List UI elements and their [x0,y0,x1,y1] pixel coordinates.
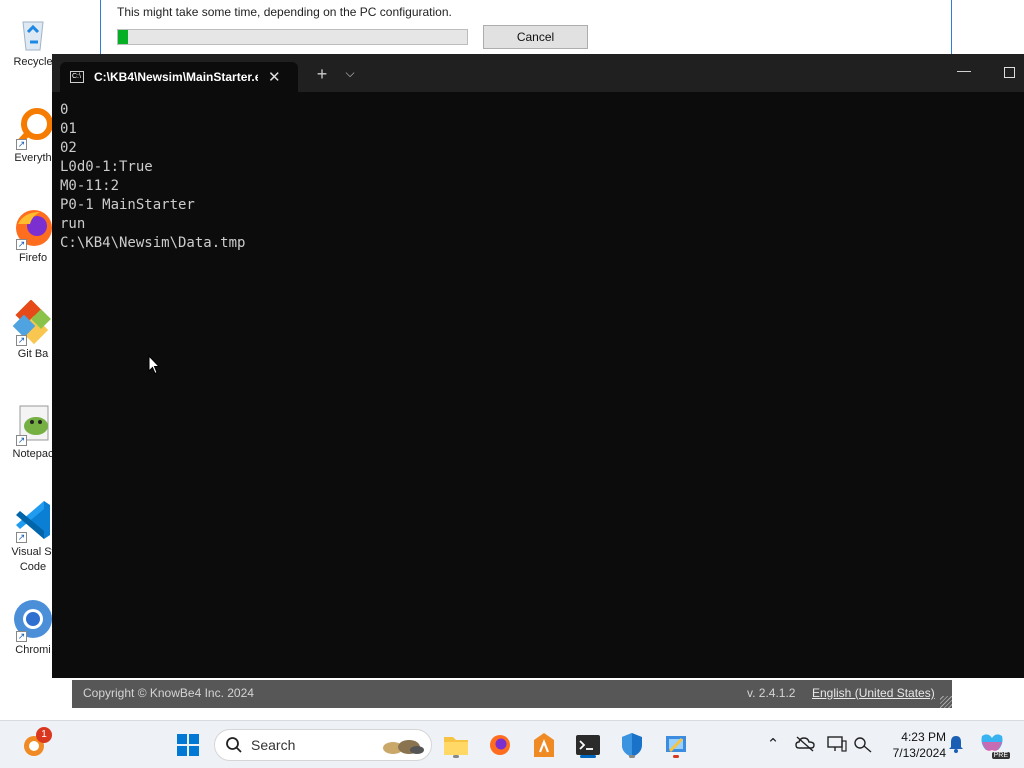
taskbar-search-box[interactable]: Search [214,729,432,761]
shortcut-arrow-icon: ↗ [16,139,27,150]
version-text: v. 2.4.1.2 [747,686,796,700]
shortcut-arrow-icon: ↗ [16,631,27,642]
terminal-icon [576,735,600,755]
installer-message: This might take some time, depending on … [117,5,452,19]
running-indicator [673,755,679,758]
everything-search-icon: ↗ [10,104,56,150]
copyright-text: Copyright © KnowBe4 Inc. 2024 [83,686,254,700]
shortcut-arrow-icon: ↗ [16,532,27,543]
chevron-up-icon[interactable]: ⌃ [763,735,783,755]
notification-badge: 1 [36,727,52,743]
shortcut-arrow-icon: ↗ [16,239,27,250]
running-indicator [629,755,635,758]
recycle-bin-icon [10,8,56,54]
copilot-button[interactable]: PRE [976,729,1010,761]
chromium-icon: ↗ [10,596,56,642]
language-link[interactable]: English (United States) [812,686,935,700]
clock-time: 4:23 PM [901,730,946,744]
installer-footer: Copyright © KnowBe4 Inc. 2024 v. 2.4.1.2… [72,680,952,708]
running-indicator [453,755,459,758]
notepad-plus-icon: ↗ [10,400,56,446]
tab-close-icon[interactable]: ✕ [268,68,281,86]
terminal-titlebar[interactable]: C:\ C:\KB4\Newsim\MainStarter.e ✕ + ⌵ — [52,54,1024,92]
resize-grip[interactable] [940,696,952,708]
folder-icon [444,737,468,755]
running-indicator-active [580,755,596,758]
notification-app-button[interactable]: 1 [18,727,52,761]
taskbar-installer-app[interactable] [660,729,692,761]
taskbar-defender[interactable] [616,729,648,761]
maximize-button[interactable] [1004,67,1015,78]
firefox-icon: ↗ [10,204,56,250]
notification-bell-icon[interactable] [946,735,966,755]
search-placeholder: Search [251,737,296,753]
display-icon[interactable] [827,735,847,755]
taskbar-file-explorer[interactable] [440,729,472,761]
taskbar-terminal[interactable] [572,729,604,761]
clock[interactable]: 4:23 PM 7/13/2024 [876,729,946,761]
progress-fill [118,30,129,44]
onedrive-off-icon[interactable] [795,735,815,755]
terminal-output[interactable]: 0 01 02 L0d0-1:True M0-11:2 P0-1 MainSta… [60,101,245,253]
security-app-icon [534,733,554,757]
search-icon [226,737,242,753]
git-bash-icon: ↗ [10,299,56,346]
cmd-prompt-icon: C:\ [70,71,84,83]
minimize-button[interactable]: — [952,62,976,78]
preview-badge: PRE [991,752,1010,759]
vscode-icon: ↗ [10,497,56,543]
cancel-button[interactable]: Cancel [483,25,588,49]
taskbar: 1 Search ⌃ 4:23 PM 7/13/2024 PRE [0,720,1024,768]
tab-dropdown-icon[interactable]: ⌵ [342,66,358,81]
shortcut-arrow-icon: ↗ [16,435,27,446]
windows-logo-icon [177,734,199,756]
taskbar-firefox[interactable] [484,729,516,761]
installer-window: This might take some time, depending on … [100,0,952,54]
terminal-tab[interactable]: C:\ C:\KB4\Newsim\MainStarter.e ✕ [60,62,298,92]
mouse-pointer-icon [148,355,160,375]
new-tab-button[interactable]: + [312,64,332,85]
start-button[interactable] [172,729,204,761]
tab-title: C:\KB4\Newsim\MainStarter.e [94,70,258,84]
network-icon[interactable] [853,735,873,755]
search-highlight-icon [383,740,424,754]
firefox-icon [490,735,510,755]
installer-progress-bar [117,29,468,45]
installer-app-icon [666,736,686,753]
taskbar-password-app[interactable] [528,729,560,761]
clock-date: 7/13/2024 [892,746,946,760]
terminal-window: C:\ C:\KB4\Newsim\MainStarter.e ✕ + ⌵ — … [52,54,1024,678]
shortcut-arrow-icon: ↗ [16,335,27,346]
